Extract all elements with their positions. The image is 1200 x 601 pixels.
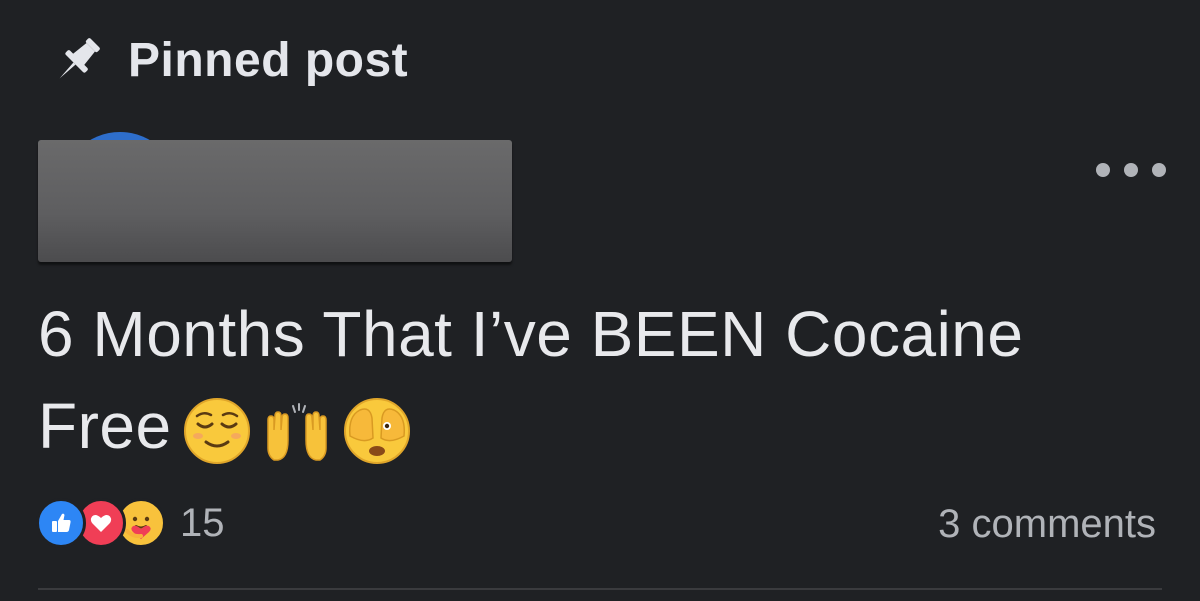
post-body: 6 Months That I’ve BEEN Cocaine Free bbox=[38, 288, 1158, 472]
divider bbox=[38, 588, 1162, 590]
pinned-label: Pinned post bbox=[128, 33, 409, 87]
pinned-post-card: Pinned post 6 Months That I’ve BEEN Coca… bbox=[0, 0, 1200, 601]
raising-hands-icon bbox=[262, 396, 332, 466]
reaction-count: 15 bbox=[180, 500, 225, 545]
ellipsis-icon bbox=[1152, 163, 1166, 177]
see-no-evil-face-icon bbox=[342, 396, 412, 466]
emoji-row bbox=[182, 396, 412, 466]
reactions-summary[interactable]: 15 bbox=[36, 498, 225, 548]
ellipsis-icon bbox=[1124, 163, 1138, 177]
like-icon bbox=[36, 498, 86, 548]
relieved-face-icon bbox=[182, 396, 252, 466]
pushpin-icon bbox=[48, 30, 108, 90]
pinned-header: Pinned post bbox=[48, 30, 408, 90]
ellipsis-icon bbox=[1096, 163, 1110, 177]
comments-link[interactable]: 3 comments bbox=[938, 502, 1156, 547]
redacted-author-block bbox=[38, 140, 512, 262]
more-options-button[interactable] bbox=[1096, 150, 1166, 190]
